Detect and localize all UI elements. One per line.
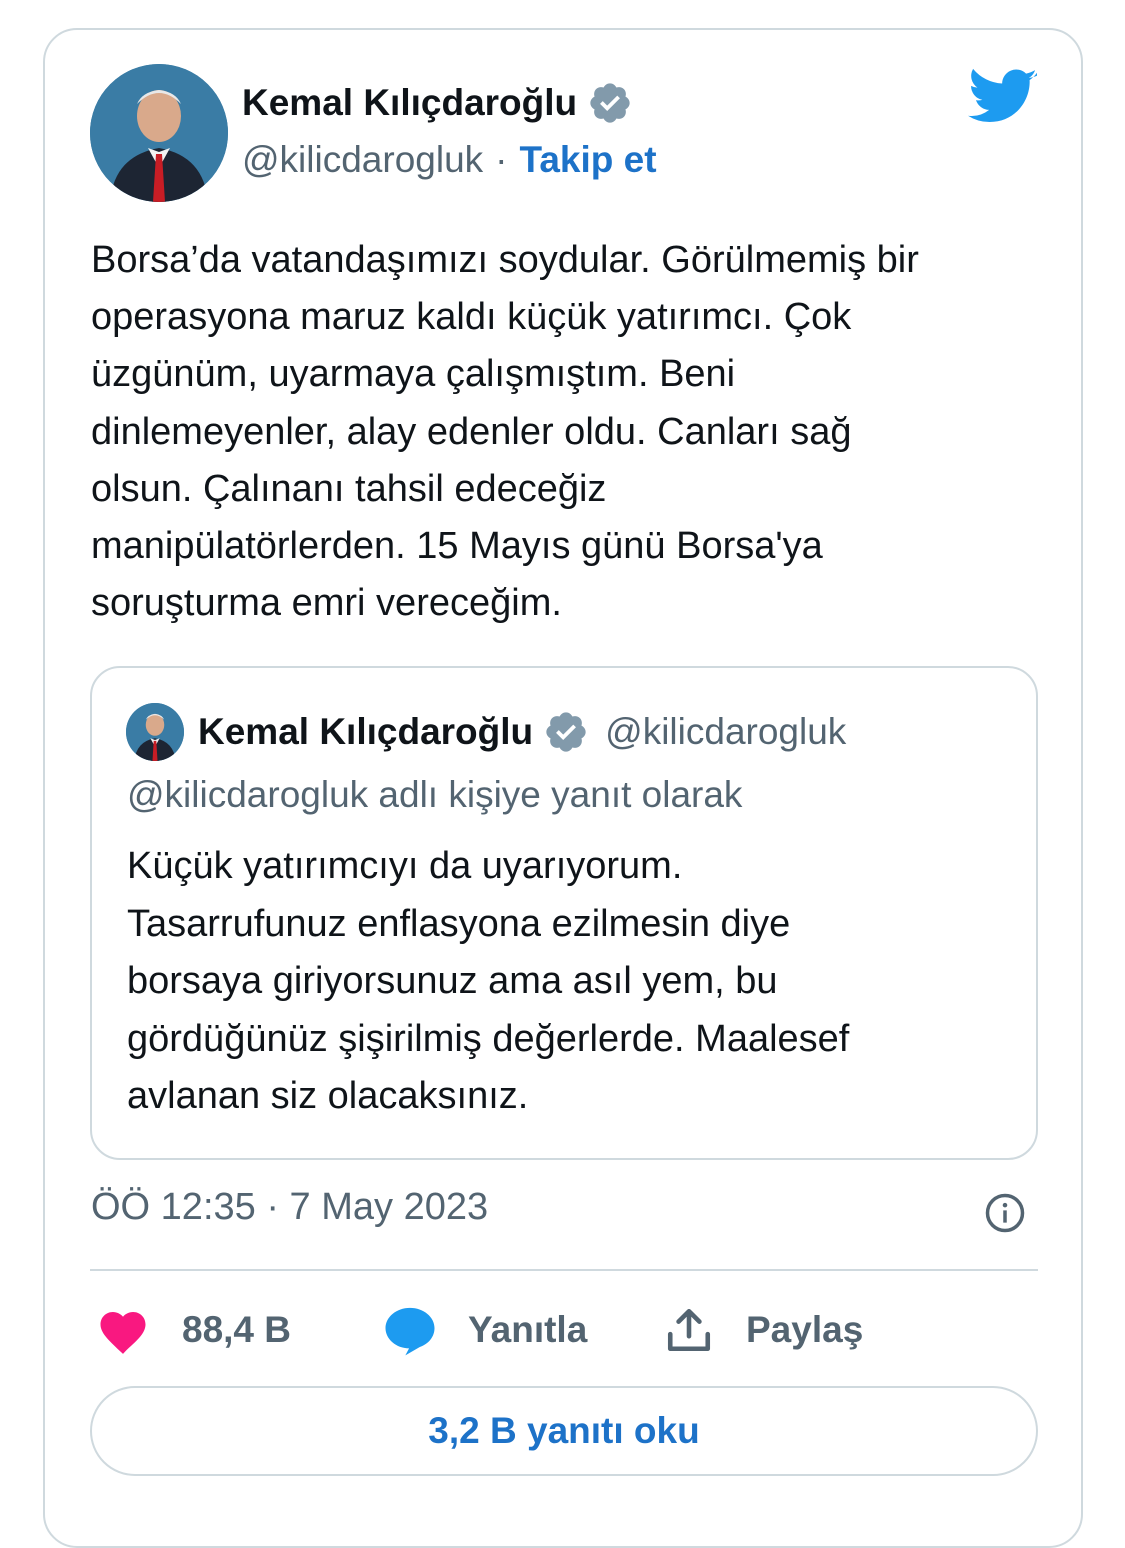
follow-button[interactable]: Takip et [519, 139, 656, 181]
verified-badge-icon [590, 83, 630, 123]
reply-bubble-icon [385, 1307, 435, 1356]
tweet-text: Borsa’da vatandaşımızı soydular. Görülme… [91, 239, 919, 625]
quoted-tweet-text: Küçük yatırımcıyı da uyarıyorum. Tasarru… [127, 845, 850, 1117]
like-count: 88,4 B [182, 1309, 292, 1350]
divider [90, 1269, 1038, 1271]
author-avatar[interactable] [90, 64, 228, 202]
quoted-author-avatar [126, 703, 184, 761]
quoted-author-row: Kemal Kılıçdaroğlu @kilicdarogluk [198, 708, 846, 756]
like-action[interactable]: 88,4 B [96, 1300, 291, 1360]
twitter-bird-icon[interactable] [968, 68, 1038, 128]
reply-action[interactable]: Yanıtla [382, 1300, 587, 1360]
tweet-timestamp[interactable]: ÖÖ 12:35 · 7 May 2023 [91, 1186, 488, 1229]
heart-icon [100, 1312, 146, 1354]
quoted-author-name: Kemal Kılıçdaroğlu [198, 711, 534, 752]
quoted-tweet[interactable]: Kemal Kılıçdaroğlu @kilicdarogluk @kilic… [90, 666, 1038, 1160]
reply-label: Yanıtla [468, 1309, 588, 1350]
share-label: Paylaş [746, 1309, 864, 1350]
author-handle-row: @kilicdarogluk · Takip et [242, 136, 657, 184]
quoted-author-handle: @kilicdarogluk [605, 711, 847, 752]
author-handle[interactable]: @kilicdarogluk [242, 139, 483, 181]
read-replies-button[interactable]: 3,2 B yanıtı oku [90, 1386, 1038, 1476]
info-icon[interactable] [984, 1192, 1026, 1234]
verified-badge-icon [546, 712, 586, 752]
share-action[interactable]: Paylaş [664, 1300, 863, 1360]
share-icon [667, 1308, 711, 1352]
author-name-row: Kemal Kılıçdaroğlu [242, 78, 633, 128]
action-bar: 88,4 B Yanıtla Paylaş [96, 1300, 996, 1360]
reply-context: @kilicdarogluk adlı kişiye yanıt olarak [127, 774, 743, 815]
author-name[interactable]: Kemal Kılıçdaroğlu [242, 82, 577, 124]
separator: · [495, 139, 508, 180]
